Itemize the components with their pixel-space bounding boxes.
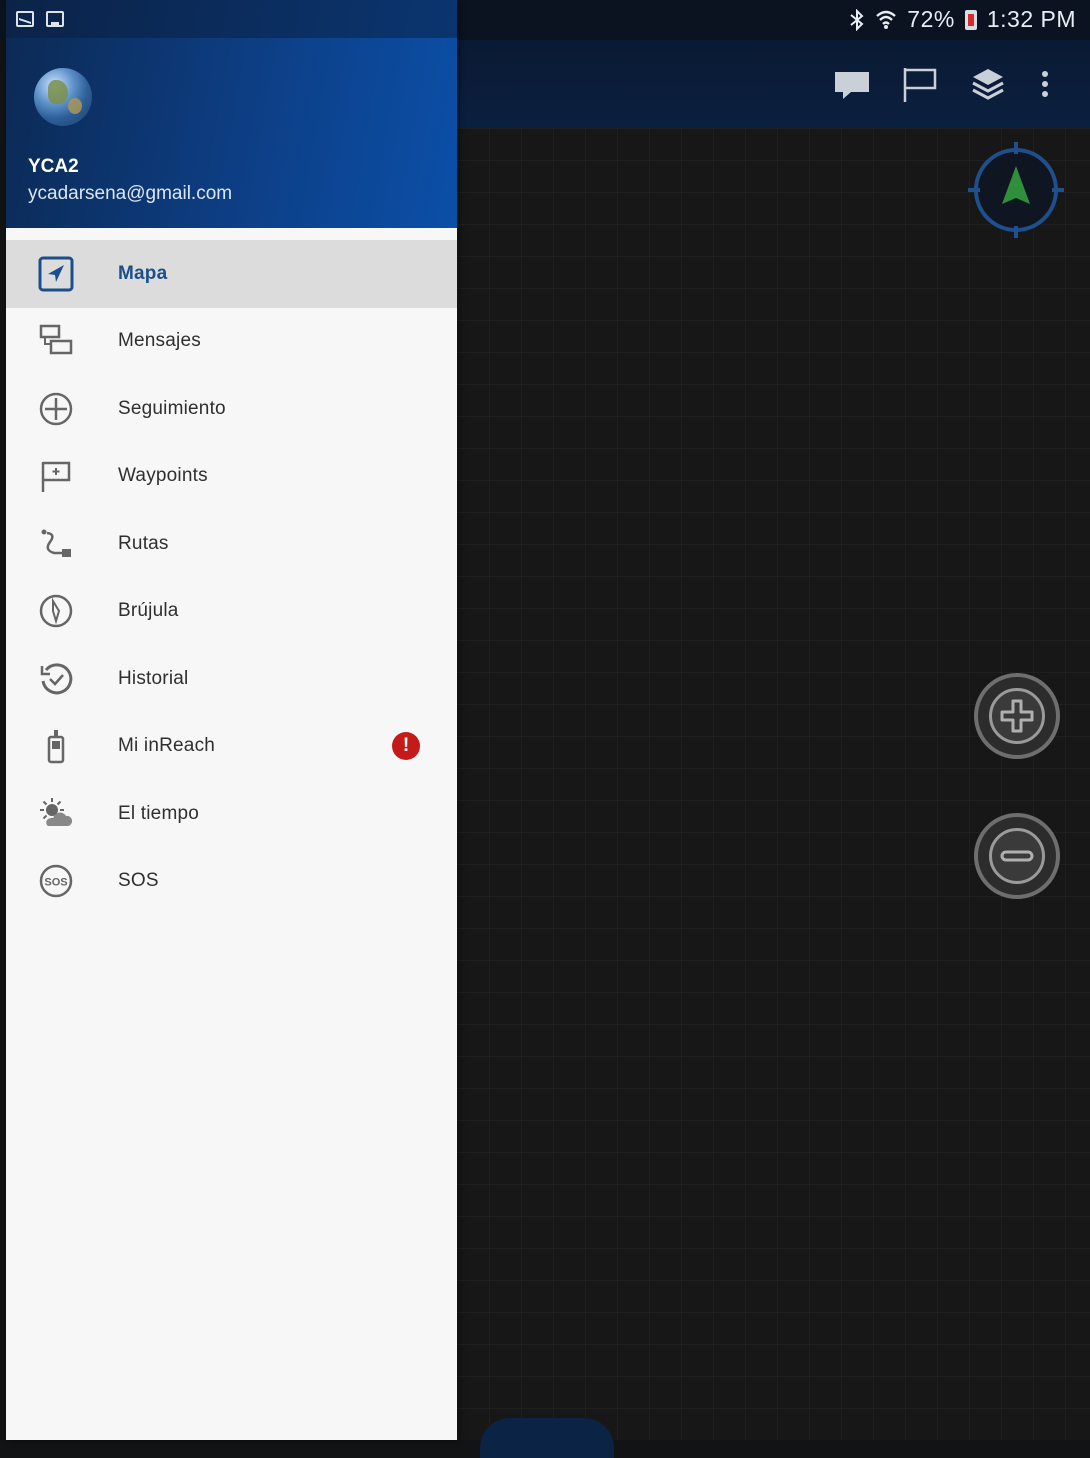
menu-label: Mensajes: [118, 330, 201, 352]
menu-label: Rutas: [118, 532, 169, 554]
menu-item-historial[interactable]: Historial: [6, 645, 457, 713]
drawer-header[interactable]: YCA2 ycadarsena@gmail.com: [6, 38, 457, 228]
image-icon: [46, 11, 64, 27]
drawer-menu: Mapa Mensajes Seguimiento Waypoints Ruta…: [6, 240, 457, 915]
sos-icon: SOS: [38, 863, 74, 899]
bluetooth-icon: [849, 8, 865, 31]
bottom-sheet-handle[interactable]: [480, 1418, 614, 1458]
menu-label: El tiempo: [118, 802, 200, 824]
user-email: ycadarsena@gmail.com: [28, 183, 233, 204]
menu-item-sos[interactable]: SOS SOS: [6, 848, 457, 916]
menu-label: Mapa: [118, 262, 168, 284]
weather-icon: [38, 796, 74, 832]
menu-item-brujula[interactable]: Brújula: [6, 578, 457, 646]
user-name: YCA2: [28, 156, 79, 177]
menu-label: Seguimiento: [118, 397, 226, 419]
more-vert-icon[interactable]: [1035, 66, 1055, 104]
messages-icon: [38, 323, 74, 359]
drawer-status-bar: [6, 0, 457, 38]
tracking-crosshair-icon: [38, 391, 74, 427]
navigation-arrow-icon: [38, 256, 74, 292]
status-bar-right: 72% 1:32 PM: [849, 6, 1076, 33]
app-screen: 72% 1:32 PM YCA2 ycadarsena@gmail.com Ma…: [0, 0, 1090, 1458]
plus-icon: [989, 688, 1045, 744]
compass-icon: [38, 593, 74, 629]
route-icon: [38, 526, 74, 562]
menu-item-el-tiempo[interactable]: El tiempo: [6, 780, 457, 848]
alert-badge: !: [392, 732, 420, 761]
layers-icon[interactable]: [969, 66, 1007, 104]
menu-item-seguimiento[interactable]: Seguimiento: [6, 375, 457, 443]
menu-label: Waypoints: [118, 465, 208, 487]
menu-item-waypoints[interactable]: Waypoints: [6, 443, 457, 511]
chat-icon[interactable]: [833, 66, 871, 104]
menu-item-rutas[interactable]: Rutas: [6, 510, 457, 578]
zoom-in-button[interactable]: [974, 673, 1060, 759]
battery-icon: [964, 9, 977, 30]
map-toolbar: [457, 40, 1090, 128]
navigation-drawer: YCA2 ycadarsena@gmail.com Mapa Mensajes: [6, 0, 457, 1440]
compass-orientation-button[interactable]: [968, 142, 1064, 238]
menu-item-mi-inreach[interactable]: Mi inReach !: [6, 713, 457, 781]
menu-label: Brújula: [118, 600, 179, 622]
battery-percent: 72%: [907, 6, 955, 32]
menu-label: Historial: [118, 667, 189, 689]
avatar[interactable]: [34, 68, 92, 126]
zoom-out-button[interactable]: [974, 813, 1060, 899]
wifi-icon: [875, 9, 897, 31]
history-clock-icon: [38, 661, 74, 697]
svg-text:SOS: SOS: [44, 877, 67, 889]
clock-time: 1:32 PM: [986, 6, 1076, 32]
mail-icon: [16, 11, 34, 27]
flag-icon[interactable]: [901, 66, 939, 104]
inreach-device-icon: [38, 728, 74, 764]
menu-label: Mi inReach: [118, 735, 216, 757]
menu-label: SOS: [118, 870, 159, 892]
minus-icon: [989, 828, 1045, 884]
menu-item-mapa[interactable]: Mapa: [6, 240, 457, 308]
waypoint-flag-icon: [38, 458, 74, 494]
menu-item-mensajes[interactable]: Mensajes: [6, 308, 457, 376]
